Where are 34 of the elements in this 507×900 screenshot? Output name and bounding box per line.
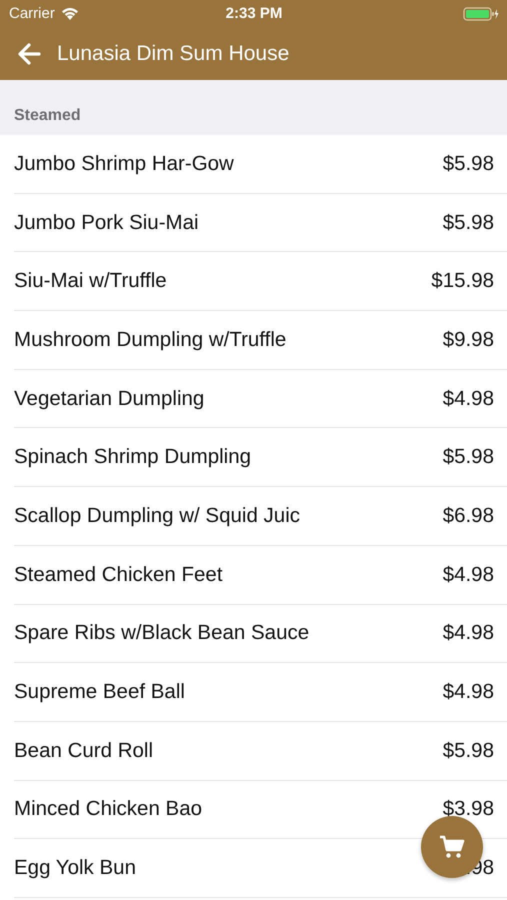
- item-price: $5.98: [442, 738, 494, 763]
- section-header: Steamed: [14, 107, 81, 125]
- item-price: $5.98: [442, 210, 494, 235]
- item-name[interactable]: Minced Chicken Bao: [14, 797, 202, 822]
- item-name[interactable]: Scallop Dumpling w/ Squid Juic: [14, 504, 300, 528]
- item-name[interactable]: Vegetarian Dumpling: [14, 386, 204, 411]
- item-name[interactable]: Steamed Chicken Feet: [14, 562, 223, 587]
- item-name[interactable]: Egg Yolk Bun: [14, 856, 136, 880]
- item-name[interactable]: Spinach Shrimp Dumpling: [14, 445, 252, 470]
- item-price: $6.98: [442, 504, 494, 528]
- carrier-label: Carrier: [9, 5, 55, 22]
- item-price: $4.98: [442, 680, 494, 704]
- item-name[interactable]: Supreme Beef Ball: [14, 680, 185, 704]
- wifi-icon: [60, 7, 79, 20]
- item-name[interactable]: Spare Ribs w/Black Bean Sauce: [14, 621, 310, 646]
- battery-icon: [462, 6, 499, 20]
- item-price: $5.98: [442, 152, 494, 176]
- item-price: $5.98: [442, 445, 494, 470]
- nav-title: Lunasia Dim Sum House: [57, 42, 290, 66]
- item-price: $15.98: [431, 269, 494, 294]
- item-name[interactable]: Jumbo Pork Siu-Mai: [14, 210, 199, 235]
- item-price: $4.98: [442, 386, 494, 411]
- item-price: $9.98: [442, 328, 494, 352]
- back-button[interactable]: [16, 42, 42, 66]
- item-price: $3.98: [442, 797, 494, 822]
- item-name[interactable]: Bean Curd Roll: [14, 738, 154, 763]
- item-name[interactable]: Siu-Mai w/Truffle: [14, 269, 167, 294]
- item-name[interactable]: Jumbo Shrimp Har-Gow: [14, 152, 234, 176]
- status-time: 2:33 PM: [226, 5, 282, 22]
- item-name[interactable]: Mushroom Dumpling w/Truffle: [14, 328, 286, 352]
- item-price: $4.98: [442, 562, 494, 587]
- back-arrow-icon: [17, 42, 41, 64]
- item-price: $4.98: [442, 621, 494, 646]
- cart-icon: [439, 835, 465, 859]
